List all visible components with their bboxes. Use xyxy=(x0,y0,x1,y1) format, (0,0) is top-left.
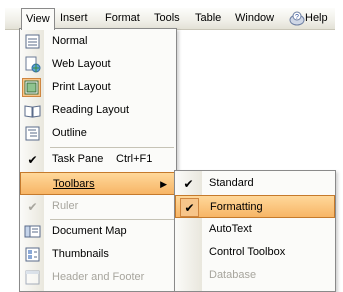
svg-text:?: ? xyxy=(295,14,299,21)
menu-item-thumbnails[interactable]: Thumbnails xyxy=(20,243,176,266)
menu-table[interactable]: Table xyxy=(191,8,225,29)
menu-item-print-layout-label: Print Layout xyxy=(52,81,111,93)
submenu-item-autotext[interactable]: AutoText xyxy=(175,218,335,241)
submenu-arrow-icon: ▶ xyxy=(160,179,167,189)
menu-item-outline-label: Outline xyxy=(52,127,87,139)
web-layout-icon xyxy=(25,56,41,73)
checkmark-icon: ✔ xyxy=(183,176,194,191)
menu-help-label: Help xyxy=(305,12,328,24)
menu-tools-label: Tools xyxy=(154,12,180,24)
menu-item-outline[interactable]: Outline xyxy=(20,122,176,145)
submenu-item-standard-label: Standard xyxy=(209,177,254,189)
menu-item-task-pane-shortcut: Ctrl+F1 xyxy=(116,153,153,165)
menu-view[interactable]: View xyxy=(21,8,55,30)
menu-insert[interactable]: Insert xyxy=(56,8,92,29)
menu-item-ruler: ✔ Ruler xyxy=(20,195,176,218)
submenu-item-formatting-label: Formatting xyxy=(210,201,263,213)
submenu-item-standard[interactable]: ✔ Standard xyxy=(175,172,335,195)
menu-item-task-pane[interactable]: ✔ Task Pane Ctrl+F1 xyxy=(20,148,176,171)
checkmark-icon: ✔ xyxy=(180,198,199,217)
submenu-item-database[interactable]: Database xyxy=(175,264,335,287)
menu-item-toolbars[interactable]: Toolbars ▶ xyxy=(20,172,176,195)
checkmark-icon: ✔ xyxy=(27,199,38,214)
menu-item-reading-layout-label: Reading Layout xyxy=(52,104,130,116)
outline-icon xyxy=(25,126,40,141)
menu-window-label: Window xyxy=(235,12,275,24)
menu-window[interactable]: Window xyxy=(231,8,278,29)
submenu-item-formatting[interactable]: ✔ Formatting xyxy=(175,195,335,218)
menu-table-label: Table xyxy=(195,12,222,24)
document-map-icon xyxy=(24,225,41,238)
toolbars-submenu: ✔ Standard ✔ Formatting AutoText Control… xyxy=(174,170,336,292)
thumbnails-icon xyxy=(25,247,40,262)
menu-item-reading-layout[interactable]: Reading Layout xyxy=(20,99,176,122)
menu-view-label: View xyxy=(26,13,50,25)
view-menu: Normal Web Layout Print Layout Reading L… xyxy=(19,28,177,292)
menu-item-header-footer-label: Header and Footer xyxy=(52,271,145,283)
print-layout-icon xyxy=(24,80,39,95)
submenu-item-autotext-label: AutoText xyxy=(209,223,252,235)
menu-item-web-layout[interactable]: Web Layout xyxy=(20,53,176,76)
menu-item-web-layout-label: Web Layout xyxy=(52,58,111,70)
menu-item-toolbars-label: Toolbars xyxy=(53,173,95,196)
menu-item-document-map[interactable]: Document Map xyxy=(20,220,176,243)
reading-layout-icon xyxy=(24,105,41,118)
menu-item-thumbnails-label: Thumbnails xyxy=(52,248,109,260)
menu-item-normal[interactable]: Normal xyxy=(20,30,176,53)
menu-item-task-pane-label: Task Pane xyxy=(52,153,104,165)
normal-view-icon xyxy=(25,34,40,49)
header-footer-icon xyxy=(25,270,40,285)
menu-format-label: Format xyxy=(105,12,140,24)
submenu-item-control-toolbox-label: Control Toolbox xyxy=(209,246,286,258)
menu-bar: View Insert Format Tools Table Window ? … xyxy=(5,8,335,30)
toolbars-label-text: Toolbars xyxy=(53,178,95,190)
menu-item-normal-label: Normal xyxy=(52,35,88,47)
menu-item-header-footer[interactable]: Header and Footer xyxy=(20,266,176,289)
menu-format[interactable]: Format xyxy=(101,8,144,29)
menu-insert-label: Insert xyxy=(60,12,88,24)
checkmark-icon: ✔ xyxy=(27,152,38,167)
submenu-item-database-label: Database xyxy=(209,269,257,281)
menu-tools[interactable]: Tools xyxy=(150,8,184,29)
submenu-item-control-toolbox[interactable]: Control Toolbox xyxy=(175,241,335,264)
print-layout-selected-frame xyxy=(22,78,41,97)
menu-help[interactable]: Help xyxy=(301,8,332,29)
menu-item-ruler-label: Ruler xyxy=(52,200,79,212)
menu-item-document-map-label: Document Map xyxy=(52,225,127,237)
menu-item-print-layout[interactable]: Print Layout xyxy=(20,76,176,99)
